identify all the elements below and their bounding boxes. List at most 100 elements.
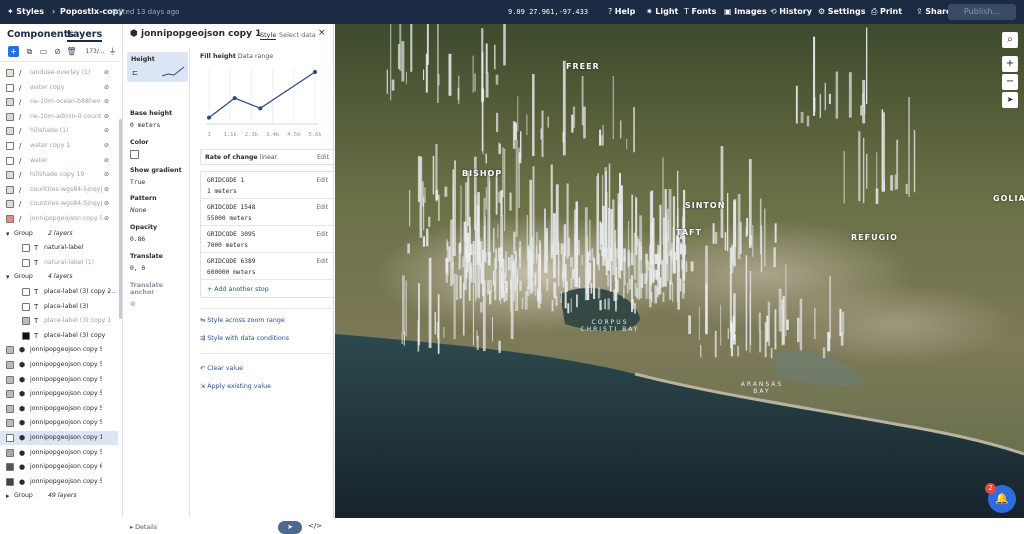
layer-item[interactable]: ⬢jonnipopgeojson copy 57 — [0, 358, 118, 372]
add-layer-icon[interactable]: + — [8, 46, 19, 57]
tab-components[interactable]: Components — [7, 29, 74, 40]
stop-edit-link[interactable]: Edit — [316, 204, 328, 211]
hidden-eye-icon[interactable]: ⊘ — [104, 183, 109, 197]
clear-value-button[interactable]: ↶ Clear value — [200, 365, 243, 372]
layer-item[interactable]: /countries-wgs84-5jnqyj c...⊘ — [0, 183, 118, 197]
group-item[interactable]: ▾Group2 layers — [0, 227, 118, 241]
layer-item[interactable]: /landuse-overlay (1)⊘ — [0, 66, 118, 80]
opacity-property[interactable]: Opacity0.86 — [130, 224, 157, 243]
search-icon[interactable]: ⌕ — [1002, 32, 1018, 48]
chart-stop-point[interactable] — [233, 96, 237, 100]
print-button[interactable]: ⎙ Print — [871, 0, 902, 24]
chart-stop-point[interactable] — [258, 106, 262, 110]
layer-item[interactable]: /hillshade (1)⊘ — [0, 124, 118, 138]
layer-item[interactable]: /water copy 1⊘ — [0, 139, 118, 153]
layer-item[interactable]: ●jonnipopgeojson copy 59 — [0, 446, 118, 460]
images-button[interactable]: ▣ Images — [724, 0, 767, 24]
layer-item[interactable]: /ne-10m-ocean-b88hev⊘ — [0, 95, 118, 109]
hidden-eye-icon[interactable]: ⊘ — [104, 95, 109, 109]
trash-icon[interactable]: 🗑 — [66, 46, 77, 57]
styles-breadcrumb[interactable]: ✦ Styles — [7, 0, 44, 24]
publish-button[interactable]: Publish... — [948, 4, 1016, 20]
rate-edit-link[interactable]: Edit — [317, 154, 329, 161]
rate-of-change-row[interactable]: Rate of change linear Edit — [200, 149, 334, 165]
hide-icon[interactable]: ⊘ — [52, 46, 63, 57]
stop-edit-link[interactable]: Edit — [316, 258, 328, 265]
translate-anchor-property[interactable]: Translate anchor⊛ — [130, 282, 189, 308]
code-view-button[interactable]: </> — [308, 522, 322, 530]
layer-item[interactable]: /ne-10m-admin-0-countri...⊘ — [0, 110, 118, 124]
layer-item[interactable]: Tplace-label (3) — [0, 300, 118, 314]
layer-item[interactable]: ⬢jonnipopgeojson copy 58 — [0, 343, 118, 357]
duplicate-icon[interactable]: ⧉ — [24, 46, 35, 57]
layer-item[interactable]: /water copy⊘ — [0, 81, 118, 95]
tab-select-data[interactable]: Select data — [279, 31, 316, 39]
zoom-out-button[interactable]: − — [1002, 74, 1018, 90]
color-swatch[interactable] — [130, 150, 139, 159]
hidden-eye-icon[interactable]: ⊘ — [104, 212, 109, 226]
hidden-eye-icon[interactable]: ⊘ — [104, 168, 109, 182]
data-range-label[interactable]: Data range — [238, 53, 273, 60]
folder-icon[interactable]: ▭ — [38, 46, 49, 57]
layer-item[interactable]: ⬢jonnipopgeojson copy 53 — [0, 416, 118, 430]
pattern-property[interactable]: PatternNone — [130, 195, 157, 214]
details-toggle[interactable]: ▸ Details — [130, 524, 157, 531]
layer-item[interactable]: Tplace-label (3) copy 2... — [0, 285, 118, 299]
close-icon[interactable]: × — [318, 28, 326, 38]
light-button[interactable]: ✷ Light — [646, 0, 678, 24]
layer-item[interactable]: Tnatural-label — [0, 241, 118, 255]
height-property[interactable]: Height ⊏ — [127, 52, 188, 82]
group-item[interactable]: ▸Group49 layers — [0, 489, 118, 503]
base-height-property[interactable]: Base height0 meters — [130, 110, 172, 129]
hidden-eye-icon[interactable]: ⊘ — [104, 154, 109, 168]
hidden-eye-icon[interactable]: ⊘ — [104, 124, 109, 138]
stop-chart[interactable]: 11.1k2.3k3.4k4.5k5.6k — [200, 62, 328, 142]
stop-row[interactable]: GRIDCODE 6389600000 metersEdit — [201, 253, 333, 280]
hidden-eye-icon[interactable]: ⊘ — [104, 197, 109, 211]
history-button[interactable]: ⟲ History — [770, 0, 812, 24]
layer-item[interactable]: ●jonnipopgeojson copy 60 — [0, 460, 118, 474]
add-stop-button[interactable]: + Add another stop — [207, 286, 269, 293]
settings-button[interactable]: ⚙ Settings — [818, 0, 865, 24]
style-data-button[interactable]: ⇶ Style with data conditions — [200, 335, 289, 342]
help-button[interactable]: ? Help — [608, 0, 635, 24]
chart-stop-point[interactable] — [313, 70, 317, 74]
layer-item[interactable]: /hillshade copy 19⊘ — [0, 168, 118, 182]
layer-item[interactable]: ●jonnipopgeojson copy 52 — [0, 475, 118, 489]
hidden-eye-icon[interactable]: ⊘ — [104, 110, 109, 124]
layer-item[interactable]: ⬢jonnipopgeojson copy 1 — [0, 431, 118, 445]
stop-edit-link[interactable]: Edit — [316, 231, 328, 238]
translate-property[interactable]: Translate0, 0 — [130, 253, 163, 272]
layer-item[interactable]: ⬢jonnipopgeojson copy 56 — [0, 373, 118, 387]
zoom-in-button[interactable]: + — [1002, 56, 1018, 72]
map-canvas[interactable]: FREER BISHOP SINTON TAFT REFUGIO GOLIA C… — [335, 24, 1024, 518]
stop-row[interactable]: GRIDCODE 11 metersEdit — [201, 172, 333, 199]
layer-item[interactable]: Tplace-label (3) copy — [0, 329, 118, 343]
hidden-eye-icon[interactable]: ⊘ — [104, 66, 109, 80]
layer-item[interactable]: /countries-wgs84-5jnqyj⊘ — [0, 197, 118, 211]
tab-layers[interactable]: Layers — [67, 29, 102, 42]
layer-item[interactable]: /water⊘ — [0, 154, 118, 168]
layer-item[interactable]: Tnatural-label (1) — [0, 256, 118, 270]
chart-stop-point[interactable] — [207, 116, 211, 120]
stop-row[interactable]: GRIDCODE 154855000 metersEdit — [201, 199, 333, 226]
group-item[interactable]: ▾Group4 layers — [0, 270, 118, 284]
compass-icon[interactable]: ➤ — [1002, 92, 1018, 108]
layer-item[interactable]: Tplace-label (3) copy 1 — [0, 314, 118, 328]
layer-item[interactable]: ⬢jonnipopgeojson copy 55 — [0, 387, 118, 401]
style-zoom-button[interactable]: ⇆ Style across zoom range — [200, 317, 285, 324]
fonts-button[interactable]: T Fonts — [684, 0, 716, 24]
color-property[interactable]: Color — [130, 139, 149, 159]
hidden-eye-icon[interactable]: ⊘ — [104, 139, 109, 153]
stop-edit-link[interactable]: Edit — [316, 177, 328, 184]
layer-item[interactable]: ⬢jonnipopgeojson copy 54 — [0, 402, 118, 416]
scrollbar[interactable] — [119, 119, 122, 319]
hidden-eye-icon[interactable]: ⊘ — [104, 81, 109, 95]
stop-row[interactable]: GRIDCODE 30957000 metersEdit — [201, 226, 333, 253]
filter-icon[interactable]: ⏚ — [107, 46, 118, 57]
layer-item[interactable]: /jonnipopgeojson copy 51⊘ — [0, 212, 118, 226]
tab-style[interactable]: Style — [260, 31, 276, 40]
show-gradient-property[interactable]: Show gradientTrue — [130, 167, 182, 186]
pointer-mode-button[interactable]: ➤ — [278, 521, 302, 534]
apply-existing-button[interactable]: ⇲ Apply existing value — [200, 383, 271, 390]
